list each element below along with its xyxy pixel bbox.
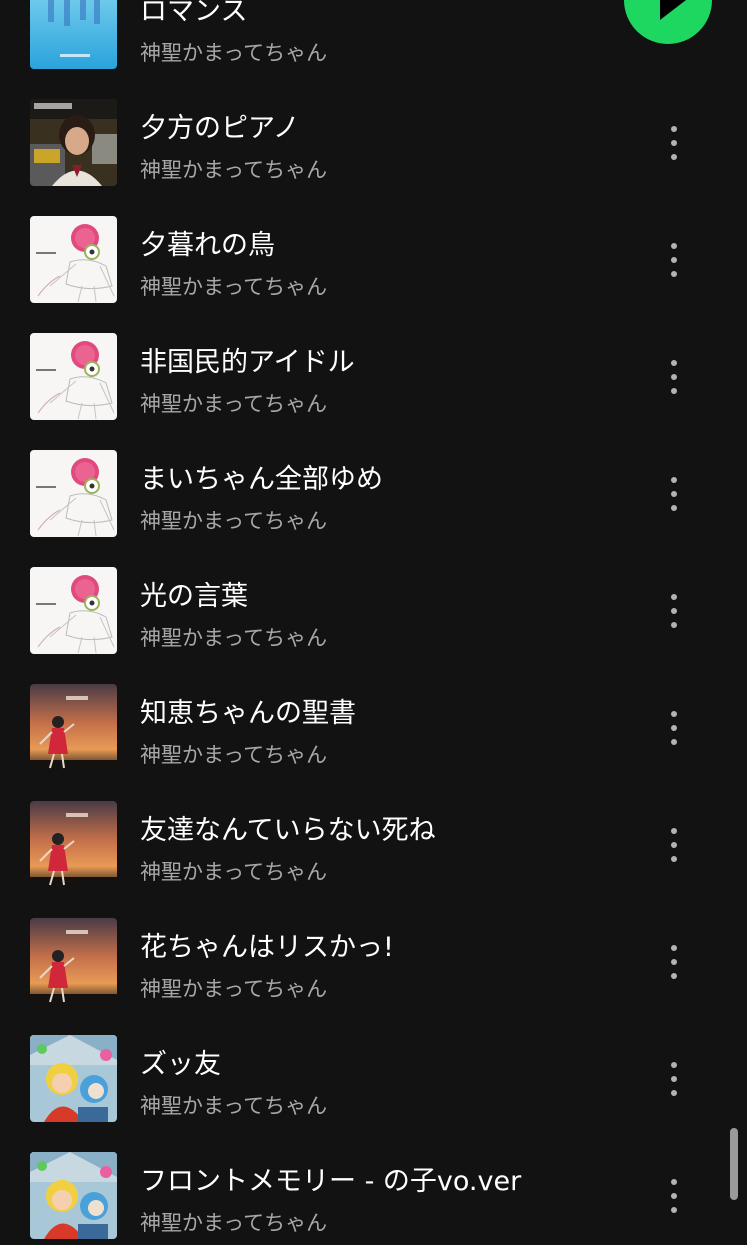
more-options-button[interactable] <box>656 119 692 167</box>
more-options-button[interactable] <box>656 1172 692 1220</box>
track-title: 知恵ちゃんの聖書 <box>140 698 356 729</box>
track-row[interactable]: 花ちゃんはリスかっ! 神聖かまってちゃん <box>0 894 747 1011</box>
album-cover <box>30 684 117 771</box>
track-artist: 神聖かまってちゃん <box>140 626 328 650</box>
track-artist: 神聖かまってちゃん <box>140 41 328 65</box>
more-vertical-icon <box>670 1178 678 1214</box>
album-cover <box>30 1152 117 1239</box>
track-title: 花ちゃんはリスかっ! <box>140 932 394 963</box>
track-title: フロントメモリー - の子vo.ver <box>140 1166 522 1197</box>
more-options-button[interactable] <box>656 821 692 869</box>
scrollbar[interactable] <box>730 1128 738 1200</box>
track-row[interactable]: 非国民的アイドル 神聖かまってちゃん <box>0 309 747 426</box>
more-options-button[interactable] <box>656 938 692 986</box>
track-artist: 神聖かまってちゃん <box>140 977 328 1001</box>
more-options-button[interactable] <box>656 236 692 284</box>
track-title: 光の言葉 <box>140 581 248 612</box>
album-cover <box>30 918 117 1005</box>
track-row[interactable]: 友達なんていらない死ね 神聖かまってちゃん <box>0 777 747 894</box>
track-title: 夕方のピアノ <box>140 113 300 144</box>
track-row[interactable]: フロントメモリー - の子vo.ver 神聖かまってちゃん <box>0 1128 747 1245</box>
track-title: まいちゃん全部ゆめ <box>140 464 383 495</box>
track-artist: 神聖かまってちゃん <box>140 392 328 416</box>
track-row[interactable]: ズッ友 神聖かまってちゃん <box>0 1011 747 1128</box>
track-row[interactable]: 知恵ちゃんの聖書 神聖かまってちゃん <box>0 660 747 777</box>
track-artist: 神聖かまってちゃん <box>140 275 328 299</box>
more-vertical-icon <box>670 593 678 629</box>
track-title: 友達なんていらない死ね <box>140 815 436 846</box>
more-vertical-icon <box>670 476 678 512</box>
track-artist: 神聖かまってちゃん <box>140 1211 328 1235</box>
album-cover <box>30 567 117 654</box>
more-options-button[interactable] <box>656 353 692 401</box>
more-vertical-icon <box>670 1061 678 1097</box>
more-options-button[interactable] <box>656 704 692 752</box>
more-options-button[interactable] <box>656 587 692 635</box>
more-vertical-icon <box>670 125 678 161</box>
more-vertical-icon <box>670 242 678 278</box>
track-row[interactable]: 光の言葉 神聖かまってちゃん <box>0 543 747 660</box>
album-cover <box>30 450 117 537</box>
track-artist: 神聖かまってちゃん <box>140 743 328 767</box>
track-row[interactable]: まいちゃん全部ゆめ 神聖かまってちゃん <box>0 426 747 543</box>
track-row[interactable]: 夕暮れの鳥 神聖かまってちゃん <box>0 192 747 309</box>
more-options-button[interactable] <box>656 1055 692 1103</box>
more-vertical-icon <box>670 710 678 746</box>
track-title: 夕暮れの鳥 <box>140 230 275 261</box>
track-title: ロマンス <box>140 0 248 27</box>
album-cover <box>30 0 117 69</box>
track-list: ロマンス 神聖かまってちゃん 夕方のピアノ 神聖かまってちゃん 夕暮れの鳥 神聖… <box>0 0 747 1245</box>
more-vertical-icon <box>670 827 678 863</box>
album-cover <box>30 216 117 303</box>
track-title: ズッ友 <box>140 1049 221 1080</box>
more-vertical-icon <box>670 944 678 980</box>
track-artist: 神聖かまってちゃん <box>140 158 328 182</box>
play-button[interactable] <box>624 0 712 44</box>
track-artist: 神聖かまってちゃん <box>140 1094 328 1118</box>
track-title: 非国民的アイドル <box>140 347 355 378</box>
album-cover <box>30 801 117 888</box>
track-artist: 神聖かまってちゃん <box>140 860 328 884</box>
track-artist: 神聖かまってちゃん <box>140 509 328 533</box>
album-cover <box>30 99 117 186</box>
play-icon <box>660 0 686 20</box>
album-cover <box>30 333 117 420</box>
track-row[interactable]: 夕方のピアノ 神聖かまってちゃん <box>0 75 747 192</box>
album-cover <box>30 1035 117 1122</box>
more-options-button[interactable] <box>656 470 692 518</box>
more-vertical-icon <box>670 359 678 395</box>
